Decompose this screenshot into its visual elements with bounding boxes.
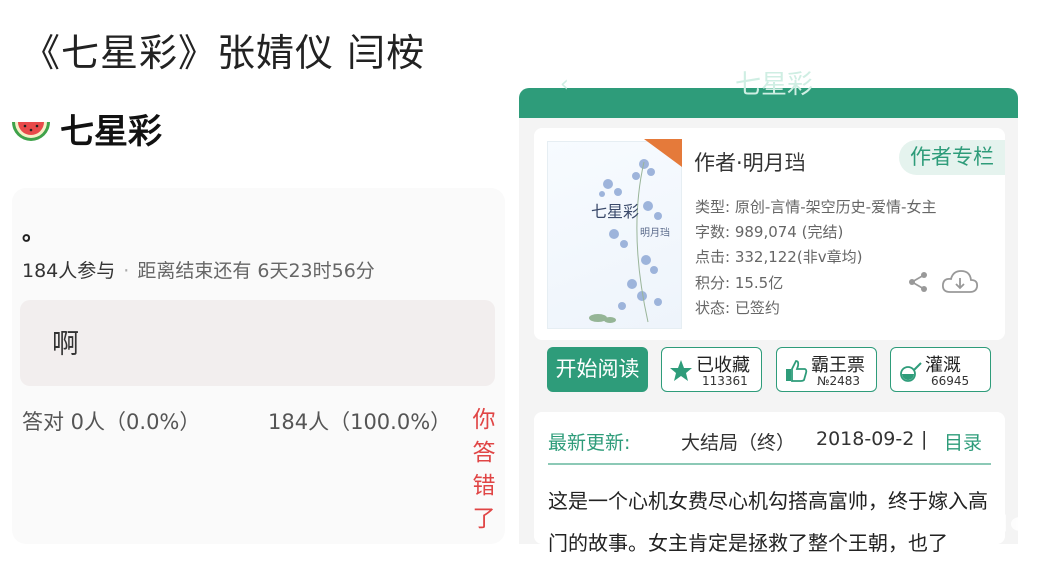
book-type: 类型: 原创-言情-架空历史-爱情-女主 — [695, 198, 937, 216]
cover-title: 七星彩 — [591, 202, 640, 221]
latest-chapter-link[interactable]: 大结局（终） — [681, 428, 795, 455]
book-summary: 这是一个心机女费尽心机勾搭高富帅，终于嫁入高门的故事。女主肯定是拯救了整个王朝，… — [548, 489, 988, 555]
cloud-download-icon[interactable] — [940, 268, 980, 296]
book-page-title: 七星彩 — [735, 70, 814, 100]
answer-option[interactable] — [20, 300, 495, 386]
update-date: 2018-09-2 — [816, 428, 915, 450]
update-underline — [548, 463, 991, 465]
star-icon — [670, 360, 692, 381]
update-divider: | — [921, 428, 928, 450]
left-app-title: 七星彩 — [60, 111, 162, 152]
watermelon-icon — [12, 122, 50, 141]
thumbs-up-icon — [786, 360, 808, 382]
book-word-count: 字数: 989,074 (完结) — [695, 223, 844, 241]
wrong-stat: 184人（100.0%） — [268, 410, 452, 434]
ticket-count: №2483 — [817, 374, 861, 388]
weibo-watermark — [946, 514, 1029, 532]
watering-can-icon — [900, 362, 922, 382]
participant-count: 184人参与 — [22, 260, 116, 282]
cover-author: 明月珰 — [640, 228, 670, 239]
start-reading-button[interactable]: 开始阅读 — [547, 347, 648, 392]
catalog-link[interactable]: 目录 — [944, 428, 982, 455]
wrong-answer-label: 你答错了 — [472, 407, 496, 532]
back-arrow-icon[interactable]: ‹ — [560, 72, 569, 97]
share-icon[interactable] — [906, 270, 930, 294]
author-column-button[interactable]: 作者专栏 — [899, 140, 1005, 175]
ticket-button[interactable]: 霸王票 №2483 — [776, 347, 877, 392]
meta-separator: · — [123, 260, 130, 282]
favorite-button[interactable]: 已收藏 113361 — [661, 347, 762, 392]
answer-text: 啊 — [52, 329, 79, 360]
book-points: 积分: 15.5亿 — [695, 274, 784, 292]
book-clicks: 点击: 332,122(非v章均) — [695, 248, 863, 266]
quiz-question: 。 — [22, 221, 45, 246]
post-title: 《七星彩》张婧仪 闫桉 — [22, 31, 426, 75]
water-button[interactable]: 灌溉 66945 — [890, 347, 991, 392]
favorite-count: 113361 — [702, 374, 748, 388]
author-name[interactable]: 作者·明月珰 — [694, 147, 806, 177]
left-app-header: 七星彩 — [10, 106, 162, 152]
signed-badge-icon — [644, 139, 682, 167]
book-status: 状态: 已签约 — [695, 299, 780, 317]
countdown-text: 距离结束还有 6天23时56分 — [137, 260, 375, 282]
quiz-meta: 184人参与 · 距离结束还有 6天23时56分 — [22, 256, 375, 283]
correct-stat: 答对 0人（0.0%） — [22, 410, 201, 434]
latest-update-label: 最新更新: — [548, 432, 631, 454]
water-count: 66945 — [931, 374, 970, 388]
